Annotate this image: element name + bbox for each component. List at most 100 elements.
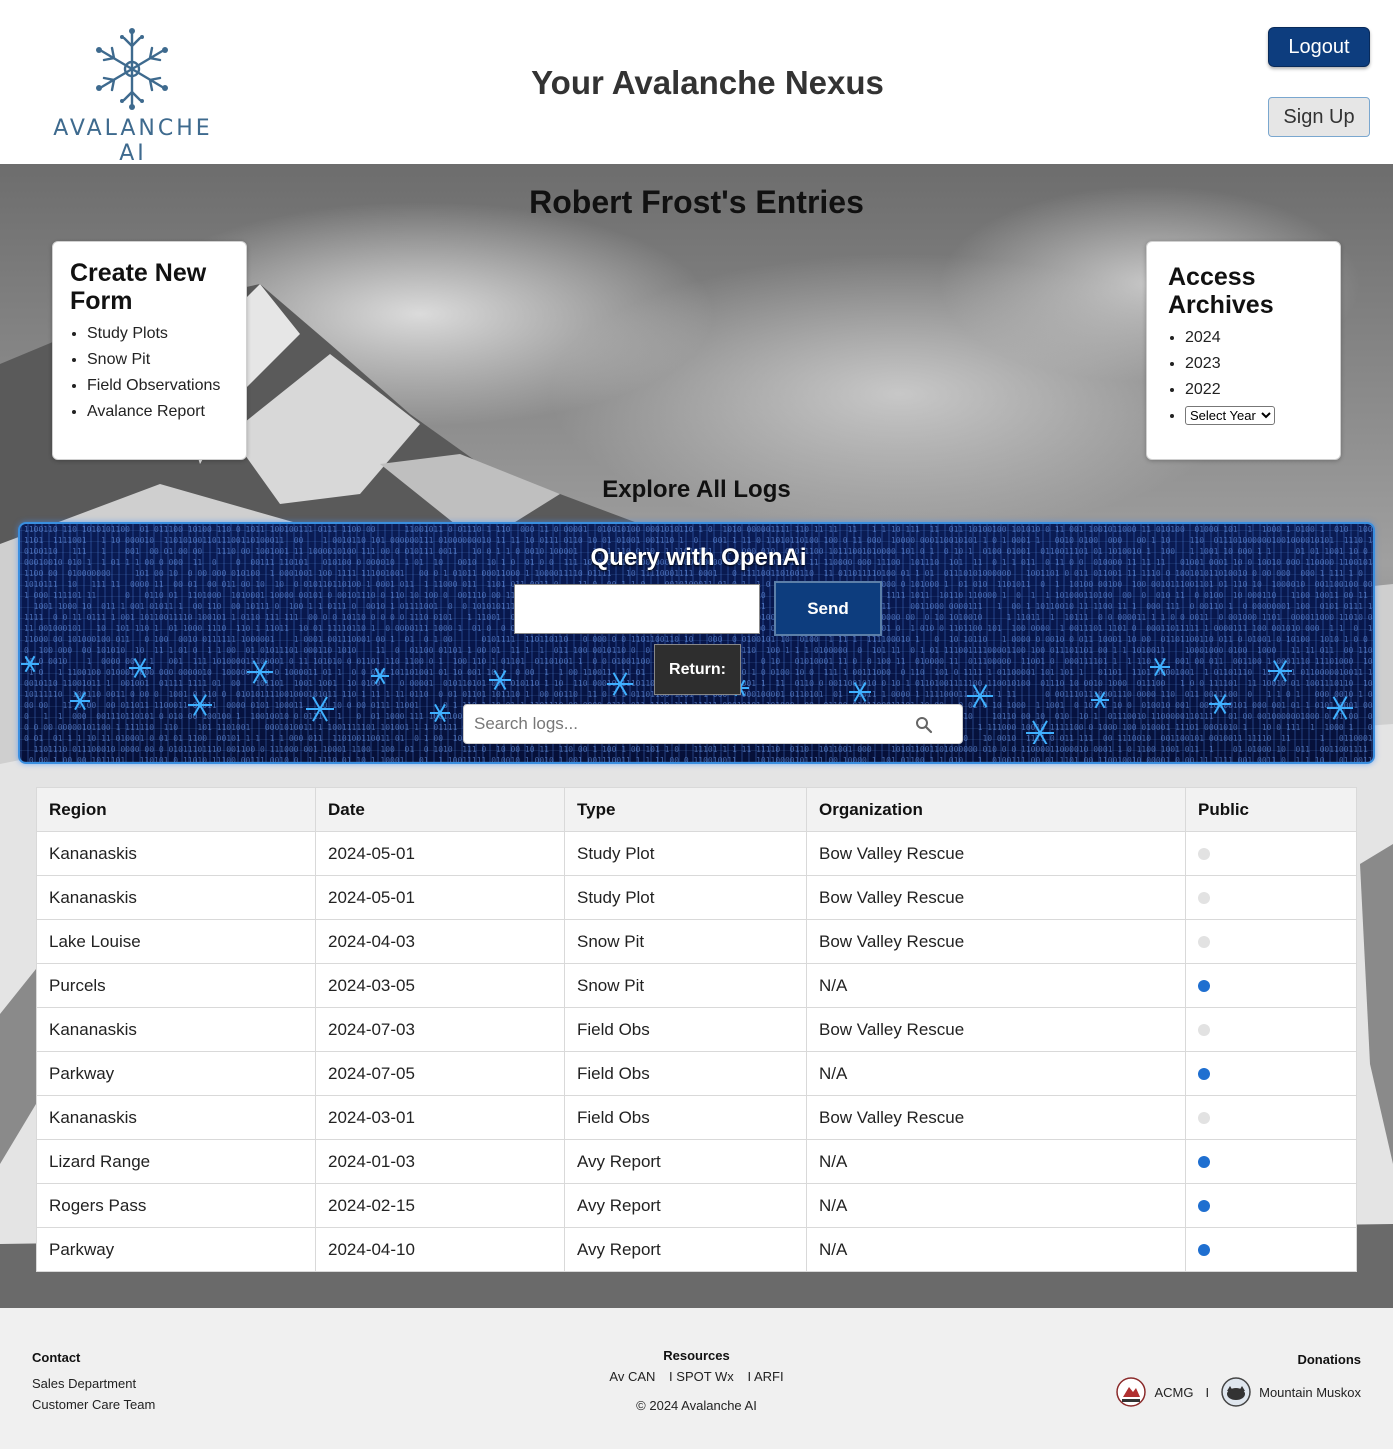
archive-year-2024[interactable]: 2024 — [1185, 325, 1340, 351]
donation-links: ACMG I Mountain Muskox — [1116, 1377, 1361, 1407]
snowflake-decoration-icon — [1026, 720, 1054, 744]
logs-table: Region Date Type Organization Public Kan… — [36, 787, 1357, 1272]
snowflake-decoration-icon — [1150, 657, 1170, 677]
site-title: Your Avalanche Nexus — [531, 64, 884, 101]
cell-organization: Bow Valley Rescue — [806, 831, 1186, 876]
send-button[interactable]: Send — [774, 581, 882, 636]
cell-date: 2024-07-03 — [315, 1007, 565, 1052]
snowflake-decoration-icon — [849, 681, 871, 703]
create-form-list: Study Plots Snow Pit Field Observations … — [70, 321, 246, 425]
public-status-dot — [1198, 848, 1210, 861]
cell-type: Snow Pit — [564, 963, 807, 1008]
snowflake-decoration-icon — [188, 694, 212, 716]
cell-region: Parkway — [36, 1227, 316, 1272]
cell-organization: N/A — [806, 963, 1186, 1008]
create-form-title: Create New Form — [70, 259, 207, 315]
archive-year-2023[interactable]: 2023 — [1185, 351, 1340, 377]
create-form-item-snow-pit[interactable]: Snow Pit — [87, 347, 246, 373]
site-footer: Contact Sales Department Customer Care T… — [0, 1308, 1393, 1449]
table-row[interactable]: Parkway 2024-07-05 Field Obs N/A — [36, 1051, 1357, 1096]
cell-region: Kananaskis — [36, 1007, 316, 1052]
signup-button[interactable]: Sign Up — [1268, 97, 1370, 137]
site-header: AVALANCHE AI Your Avalanche Nexus Logout… — [0, 0, 1393, 166]
cell-date: 2024-03-01 — [315, 1095, 565, 1140]
column-header-region[interactable]: Region — [36, 787, 316, 832]
snowflake-decoration-icon — [1209, 693, 1231, 715]
create-form-item-study-plots[interactable]: Study Plots — [87, 321, 246, 347]
footer-donations: Donations ACMG I Mountain Muskox — [1116, 1352, 1361, 1407]
cell-organization: N/A — [806, 1139, 1186, 1184]
resource-link-avcan[interactable]: Av CAN — [609, 1369, 655, 1384]
table-row[interactable]: Kananaskis 2024-07-03 Field Obs Bow Vall… — [36, 1007, 1357, 1052]
public-status-dot — [1198, 1068, 1210, 1081]
cell-public — [1185, 1007, 1357, 1052]
cell-region: Kananaskis — [36, 1095, 316, 1140]
cell-type: Snow Pit — [564, 919, 807, 964]
access-archives-card: Access Archives 2024 2023 2022 Select Ye… — [1146, 241, 1341, 460]
snowflake-decoration-icon — [129, 657, 151, 679]
public-status-dot — [1198, 1112, 1210, 1125]
create-form-item-field-observations[interactable]: Field Observations — [87, 373, 246, 399]
public-status-dot — [1198, 936, 1210, 949]
cell-date: 2024-04-10 — [315, 1227, 565, 1272]
cell-date: 2024-03-05 — [315, 963, 565, 1008]
table-header-row: Region Date Type Organization Public — [36, 787, 1357, 832]
snowflake-decoration-icon — [70, 691, 90, 711]
column-header-type[interactable]: Type — [564, 787, 807, 832]
resource-link-spotwx[interactable]: I SPOT Wx — [669, 1369, 734, 1384]
public-status-dot — [1198, 1200, 1210, 1213]
archive-year-2022[interactable]: 2022 — [1185, 377, 1340, 403]
table-row[interactable]: Lake Louise 2024-04-03 Snow Pit Bow Vall… — [36, 919, 1357, 964]
mountain-muskox-logo-icon — [1221, 1377, 1251, 1407]
table-row[interactable]: Parkway 2024-04-10 Avy Report N/A — [36, 1227, 1357, 1272]
search-icon[interactable] — [914, 715, 934, 735]
archive-select-item: Select Year — [1185, 403, 1340, 429]
create-form-card: Create New Form Study Plots Snow Pit Fie… — [52, 241, 247, 460]
table-row[interactable]: Kananaskis 2024-03-01 Field Obs Bow Vall… — [36, 1095, 1357, 1140]
page-heading: Robert Frost's Entries — [529, 184, 864, 220]
snowflake-decoration-icon — [1091, 691, 1109, 709]
resource-link-arfi[interactable]: I ARFI — [747, 1369, 783, 1384]
public-status-dot — [1198, 892, 1210, 905]
cell-type: Avy Report — [564, 1227, 807, 1272]
donation-link-acmg[interactable]: ACMG — [1154, 1385, 1193, 1400]
snowflake-decoration-icon — [489, 669, 511, 691]
cell-type: Avy Report — [564, 1183, 807, 1228]
cell-type: Field Obs — [564, 1051, 807, 1096]
column-header-public[interactable]: Public — [1185, 787, 1357, 832]
search-bar — [463, 704, 963, 744]
cell-date: 2024-07-05 — [315, 1051, 565, 1096]
column-header-date[interactable]: Date — [315, 787, 565, 832]
cell-region: Lake Louise — [36, 919, 316, 964]
query-input[interactable] — [514, 584, 760, 634]
cell-date: 2024-01-03 — [315, 1139, 565, 1184]
archives-title: Access Archives — [1168, 263, 1274, 319]
create-form-item-avalanche-report[interactable]: Avalance Report — [87, 399, 246, 425]
table-row[interactable]: Purcels 2024-03-05 Snow Pit N/A — [36, 963, 1357, 1008]
snowflake-decoration-icon — [21, 655, 39, 673]
table-row[interactable]: Rogers Pass 2024-02-15 Avy Report N/A — [36, 1183, 1357, 1228]
public-status-dot — [1198, 1024, 1210, 1037]
search-logs-input[interactable] — [464, 705, 904, 743]
cell-region: Lizard Range — [36, 1139, 316, 1184]
year-select[interactable]: Select Year — [1185, 406, 1275, 425]
snowflake-decoration-icon — [430, 703, 450, 723]
cell-region: Kananaskis — [36, 875, 316, 920]
public-status-dot — [1198, 1156, 1210, 1169]
donation-link-mountain-muskox[interactable]: Mountain Muskox — [1259, 1385, 1361, 1400]
cell-type: Avy Report — [564, 1139, 807, 1184]
cell-region: Rogers Pass — [36, 1183, 316, 1228]
openai-query-panel: 1100110 110 1010101100 01 011100 10100 1… — [18, 522, 1375, 764]
cell-public — [1185, 963, 1357, 1008]
cell-public — [1185, 1095, 1357, 1140]
logout-button[interactable]: Logout — [1268, 27, 1370, 67]
table-row[interactable]: Kananaskis 2024-05-01 Study Plot Bow Val… — [36, 875, 1357, 920]
public-status-dot — [1198, 980, 1210, 993]
table-row[interactable]: Lizard Range 2024-01-03 Avy Report N/A — [36, 1139, 1357, 1184]
column-header-organization[interactable]: Organization — [806, 787, 1186, 832]
snowflake-decoration-icon — [607, 672, 633, 696]
table-row[interactable]: Kananaskis 2024-05-01 Study Plot Bow Val… — [36, 831, 1357, 876]
public-status-dot — [1198, 1244, 1210, 1257]
query-title: Query with OpenAi — [590, 544, 807, 571]
return-output: Return: — [654, 644, 741, 695]
